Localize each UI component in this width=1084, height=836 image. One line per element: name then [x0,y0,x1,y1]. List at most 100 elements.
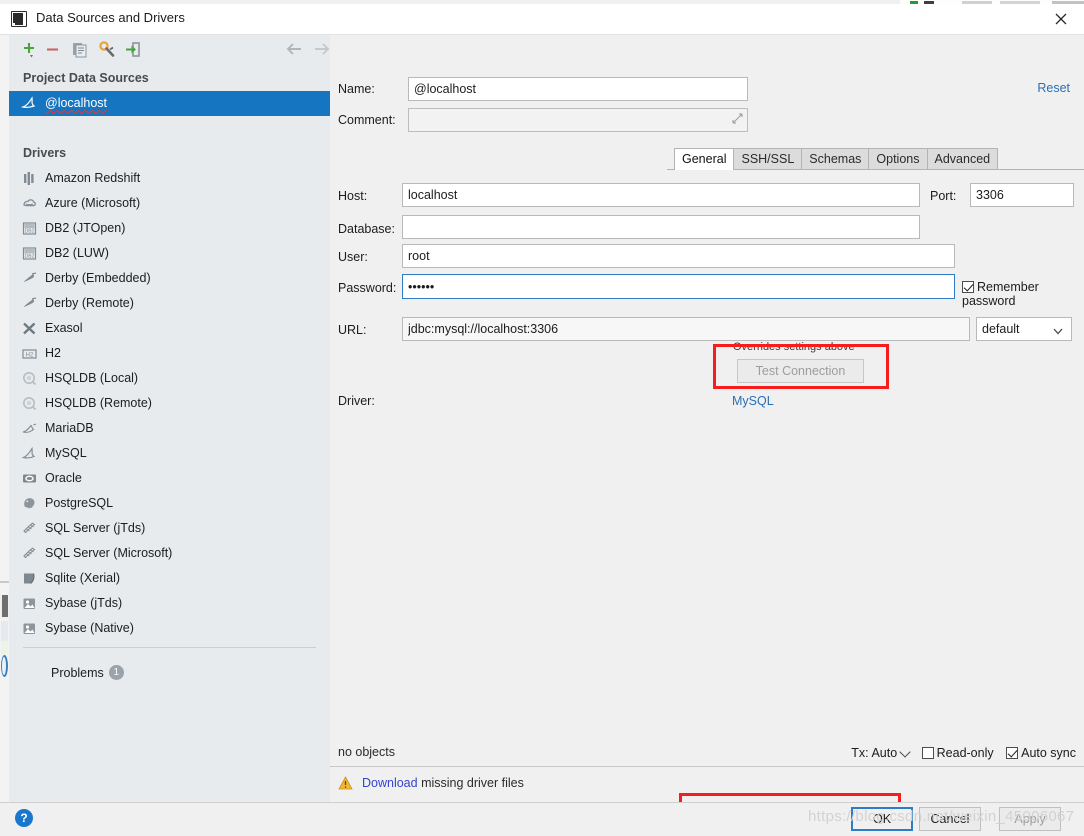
database-label: Database: [338,222,395,236]
sidebar-driver-label: DB2 (LUW) [45,246,109,260]
tx-dropdown[interactable]: Tx: Auto [851,746,911,760]
reset-link[interactable]: Reset [1037,81,1070,95]
comment-input[interactable] [408,108,748,132]
sidebar-driver-label: Sqlite (Xerial) [45,571,121,585]
intellij-logo-icon [11,11,27,27]
sidebar-driver-item[interactable]: Oracle [9,466,330,491]
drivers-title: Drivers [23,146,67,160]
arrow-right-icon[interactable] [312,41,330,57]
sqlite-icon [21,570,38,587]
sidebar-driver-label: Azure (Microsoft) [45,196,141,210]
sidebar-driver-label: PostgreSQL [45,496,114,510]
database-input[interactable] [402,215,920,239]
ok-button[interactable]: OK [851,807,913,831]
sidebar-item-localhost[interactable]: @localhost [9,91,330,116]
oracle-icon [21,470,38,487]
sidebar-driver-label: HSQLDB (Local) [45,371,139,385]
import-arrow-icon[interactable] [123,40,143,59]
problems-count-badge: 1 [108,665,124,680]
cancel-button[interactable]: Cancel [919,807,981,831]
project-data-sources-title: Project Data Sources [23,71,149,85]
host-input[interactable] [402,183,920,207]
read-only-option[interactable]: Read-only [921,746,994,760]
sidebar-driver-item[interactable]: Derby (Embedded) [9,266,330,291]
sidebar-driver-item[interactable]: PostgreSQL [9,491,330,516]
db2-icon: DB2 [21,245,38,262]
read-only-checkbox[interactable] [921,747,934,759]
tx-label: Tx: Auto [851,746,898,760]
user-label: User: [338,250,368,264]
host-label: Host: [338,189,368,203]
apply-button[interactable]: Apply [999,807,1061,831]
name-input[interactable] [408,77,748,101]
driver-warning-text[interactable]: Download missing driver files [362,776,524,790]
remember-password-row[interactable]: Remember password [962,280,1084,308]
remove-button[interactable] [42,40,62,59]
download-link[interactable]: Download [362,776,418,790]
add-button[interactable] [17,40,37,59]
sidebar-driver-item[interactable]: DB2 DB2 (LUW) [9,241,330,266]
sidebar-driver-item[interactable]: Sybase (Native) [9,616,330,641]
derby-icon [21,270,38,287]
sidebar-driver-item[interactable]: Exasol [9,316,330,341]
url-input[interactable] [402,317,970,341]
expand-diagonal-icon[interactable] [732,113,743,127]
status-options: Tx: Auto Read-only Auto sync [842,746,1076,760]
sidebar-item-label: @localhost [45,96,108,110]
help-question-icon[interactable]: ? [15,809,33,827]
copy-button[interactable] [70,40,90,59]
sidebar-driver-item[interactable]: DB2 DB2 (JTOpen) [9,216,330,241]
sidebar-toolbar [9,35,330,63]
port-input[interactable] [970,183,1074,207]
sidebar-driver-item[interactable]: SQL Server (Microsoft) [9,541,330,566]
tab-bar: General SSH/SSL Schemas Options Advanced [667,148,1084,170]
hsqldb-icon [21,370,38,387]
problems-row[interactable]: Problems 1 [9,662,330,684]
sybase-icon [21,620,38,637]
exasol-x-icon [21,320,38,337]
sidebar-driver-label: Oracle [45,471,82,485]
tab-options[interactable]: Options [868,148,928,169]
sidebar-driver-label: SQL Server (Microsoft) [45,546,173,560]
sidebar-driver-item[interactable]: HSQLDB (Remote) [9,391,330,416]
tab-advanced[interactable]: Advanced [926,148,999,169]
close-icon[interactable] [1050,9,1072,29]
sidebar-driver-item[interactable]: HSQLDB (Local) [9,366,330,391]
url-mode-dropdown[interactable]: default [976,317,1072,341]
azure-cloud-icon [21,195,38,212]
sidebar-divider [23,647,316,648]
chevron-down-icon [1052,322,1064,344]
sidebar-driver-item[interactable]: Derby (Remote) [9,291,330,316]
settings-panel: Name: Reset Comment: GeneralSSH/SSLSchem… [330,35,1084,832]
sidebar-driver-label: Sybase (jTds) [45,596,123,610]
auto-sync-checkbox[interactable] [1006,747,1019,759]
sidebar-driver-item[interactable]: MySQL [9,441,330,466]
driver-link[interactable]: MySQL [732,394,774,408]
mysql-dolphin-icon [20,95,38,112]
sidebar-driver-item[interactable]: Azure (Microsoft) [9,191,330,216]
tab-schemas[interactable]: Schemas [801,148,870,169]
wrench-icon[interactable] [97,40,117,59]
remember-password-checkbox[interactable] [962,281,974,293]
user-input[interactable] [402,244,955,268]
db2-icon: DB2 [21,220,38,237]
tab-ssh-ssl[interactable]: SSH/SSL [733,148,803,169]
sidebar-driver-label: HSQLDB (Remote) [45,396,152,410]
password-label: Password: [338,281,397,295]
sidebar-driver-item[interactable]: MariaDB [9,416,330,441]
sidebar-driver-item[interactable]: Sqlite (Xerial) [9,566,330,591]
url-label: URL: [338,323,367,337]
sidebar-driver-item[interactable]: Amazon Redshift [9,166,330,191]
arrow-left-icon[interactable] [285,41,305,57]
auto-sync-label: Auto sync [1021,746,1076,760]
sidebar-driver-item[interactable]: SQL Server (jTds) [9,516,330,541]
auto-sync-option[interactable]: Auto sync [1006,746,1076,760]
sidebar-driver-item[interactable]: H2 H2 [9,341,330,366]
overrides-note: Overrides settings above [733,341,855,353]
password-input[interactable] [402,274,955,299]
test-connection-button[interactable]: Test Connection [737,359,864,383]
tab-general[interactable]: General [674,148,735,170]
sidebar-driver-item[interactable]: Sybase (jTds) [9,591,330,616]
sqlserver-icon [21,520,38,537]
